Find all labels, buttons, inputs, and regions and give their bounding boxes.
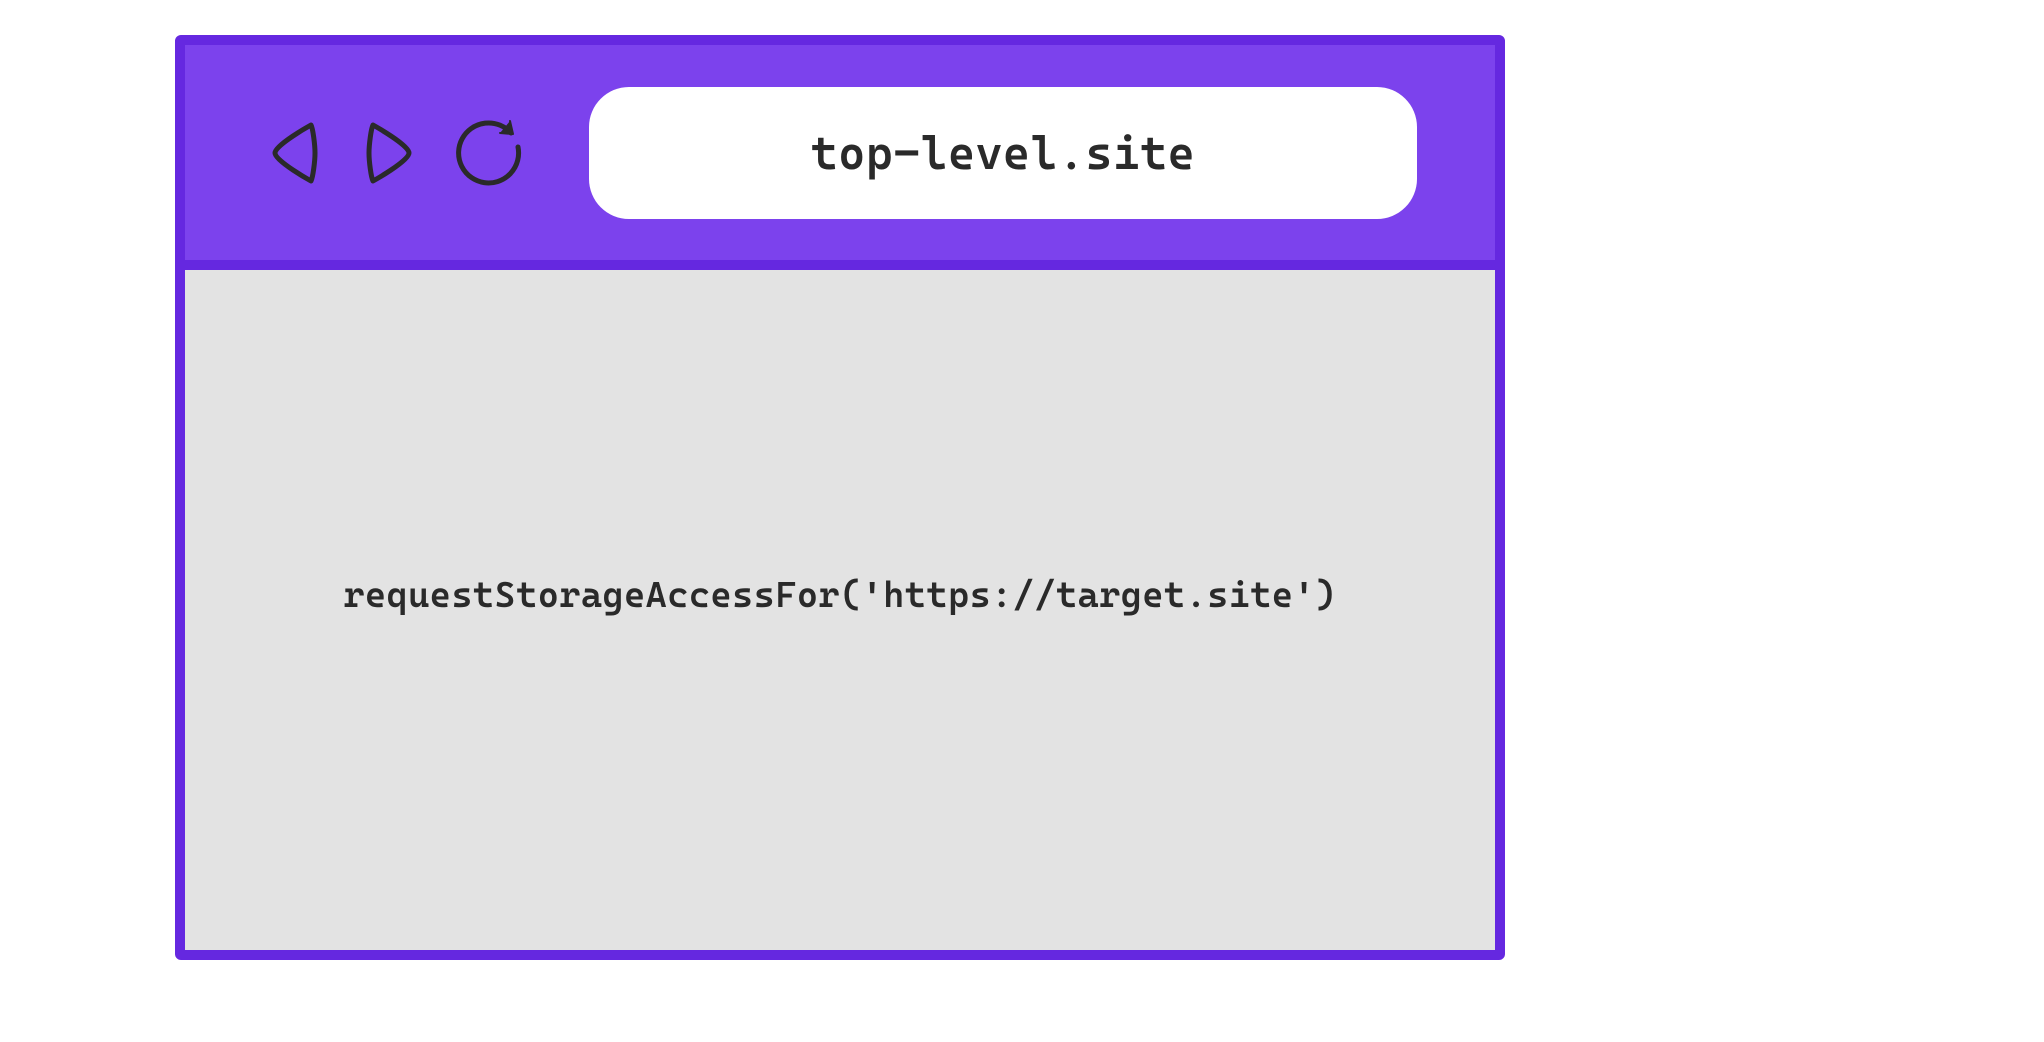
- browser-window: top-level.site requestStorageAccessFor('…: [175, 35, 1505, 960]
- browser-toolbar: top-level.site: [185, 45, 1495, 270]
- address-bar[interactable]: top-level.site: [589, 87, 1417, 219]
- reload-icon[interactable]: [453, 117, 525, 189]
- forward-icon[interactable]: [359, 117, 419, 189]
- page-viewport: requestStorageAccessFor('https://target.…: [185, 270, 1495, 950]
- page-code-text: requestStorageAccessFor('https://target.…: [343, 575, 1336, 616]
- back-icon[interactable]: [265, 117, 325, 189]
- nav-icon-group: [265, 117, 525, 189]
- address-text: top-level.site: [811, 126, 1195, 180]
